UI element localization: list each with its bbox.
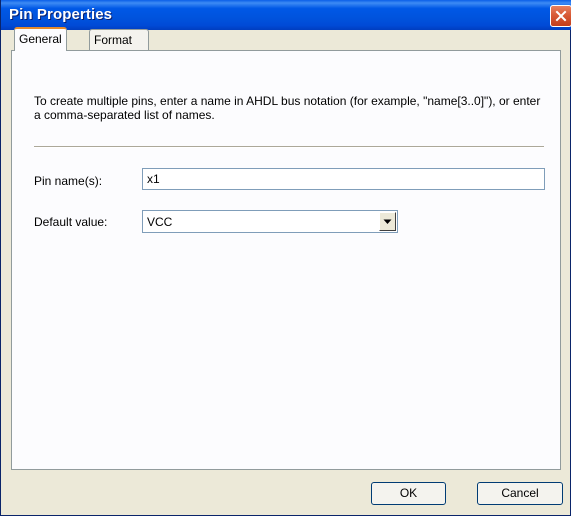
- ok-button[interactable]: OK: [371, 482, 446, 505]
- tab-general-label: General: [19, 32, 62, 46]
- close-button[interactable]: [550, 5, 571, 27]
- pin-properties-dialog: Pin Properties General Format To create …: [0, 0, 571, 516]
- multiple-pins-description: To create multiple pins, enter a name in…: [34, 94, 541, 122]
- default-value-label: Default value:: [34, 215, 108, 229]
- default-value-selected: VCC: [147, 215, 173, 229]
- close-icon: [555, 10, 567, 22]
- cancel-button[interactable]: Cancel: [477, 482, 563, 505]
- tab-format[interactable]: Format: [89, 29, 149, 51]
- window-title: Pin Properties: [9, 6, 113, 23]
- title-bar[interactable]: Pin Properties: [1, 0, 571, 30]
- pin-name-label: Pin name(s):: [34, 174, 103, 188]
- pin-name-input[interactable]: [142, 168, 545, 190]
- default-value-dropdown[interactable]: VCC: [142, 210, 398, 233]
- dropdown-arrow-button[interactable]: [379, 212, 396, 231]
- chevron-down-icon: [383, 219, 392, 224]
- tab-general[interactable]: General: [14, 27, 67, 51]
- tab-format-label: Format: [94, 33, 133, 47]
- separator-line: [34, 146, 544, 148]
